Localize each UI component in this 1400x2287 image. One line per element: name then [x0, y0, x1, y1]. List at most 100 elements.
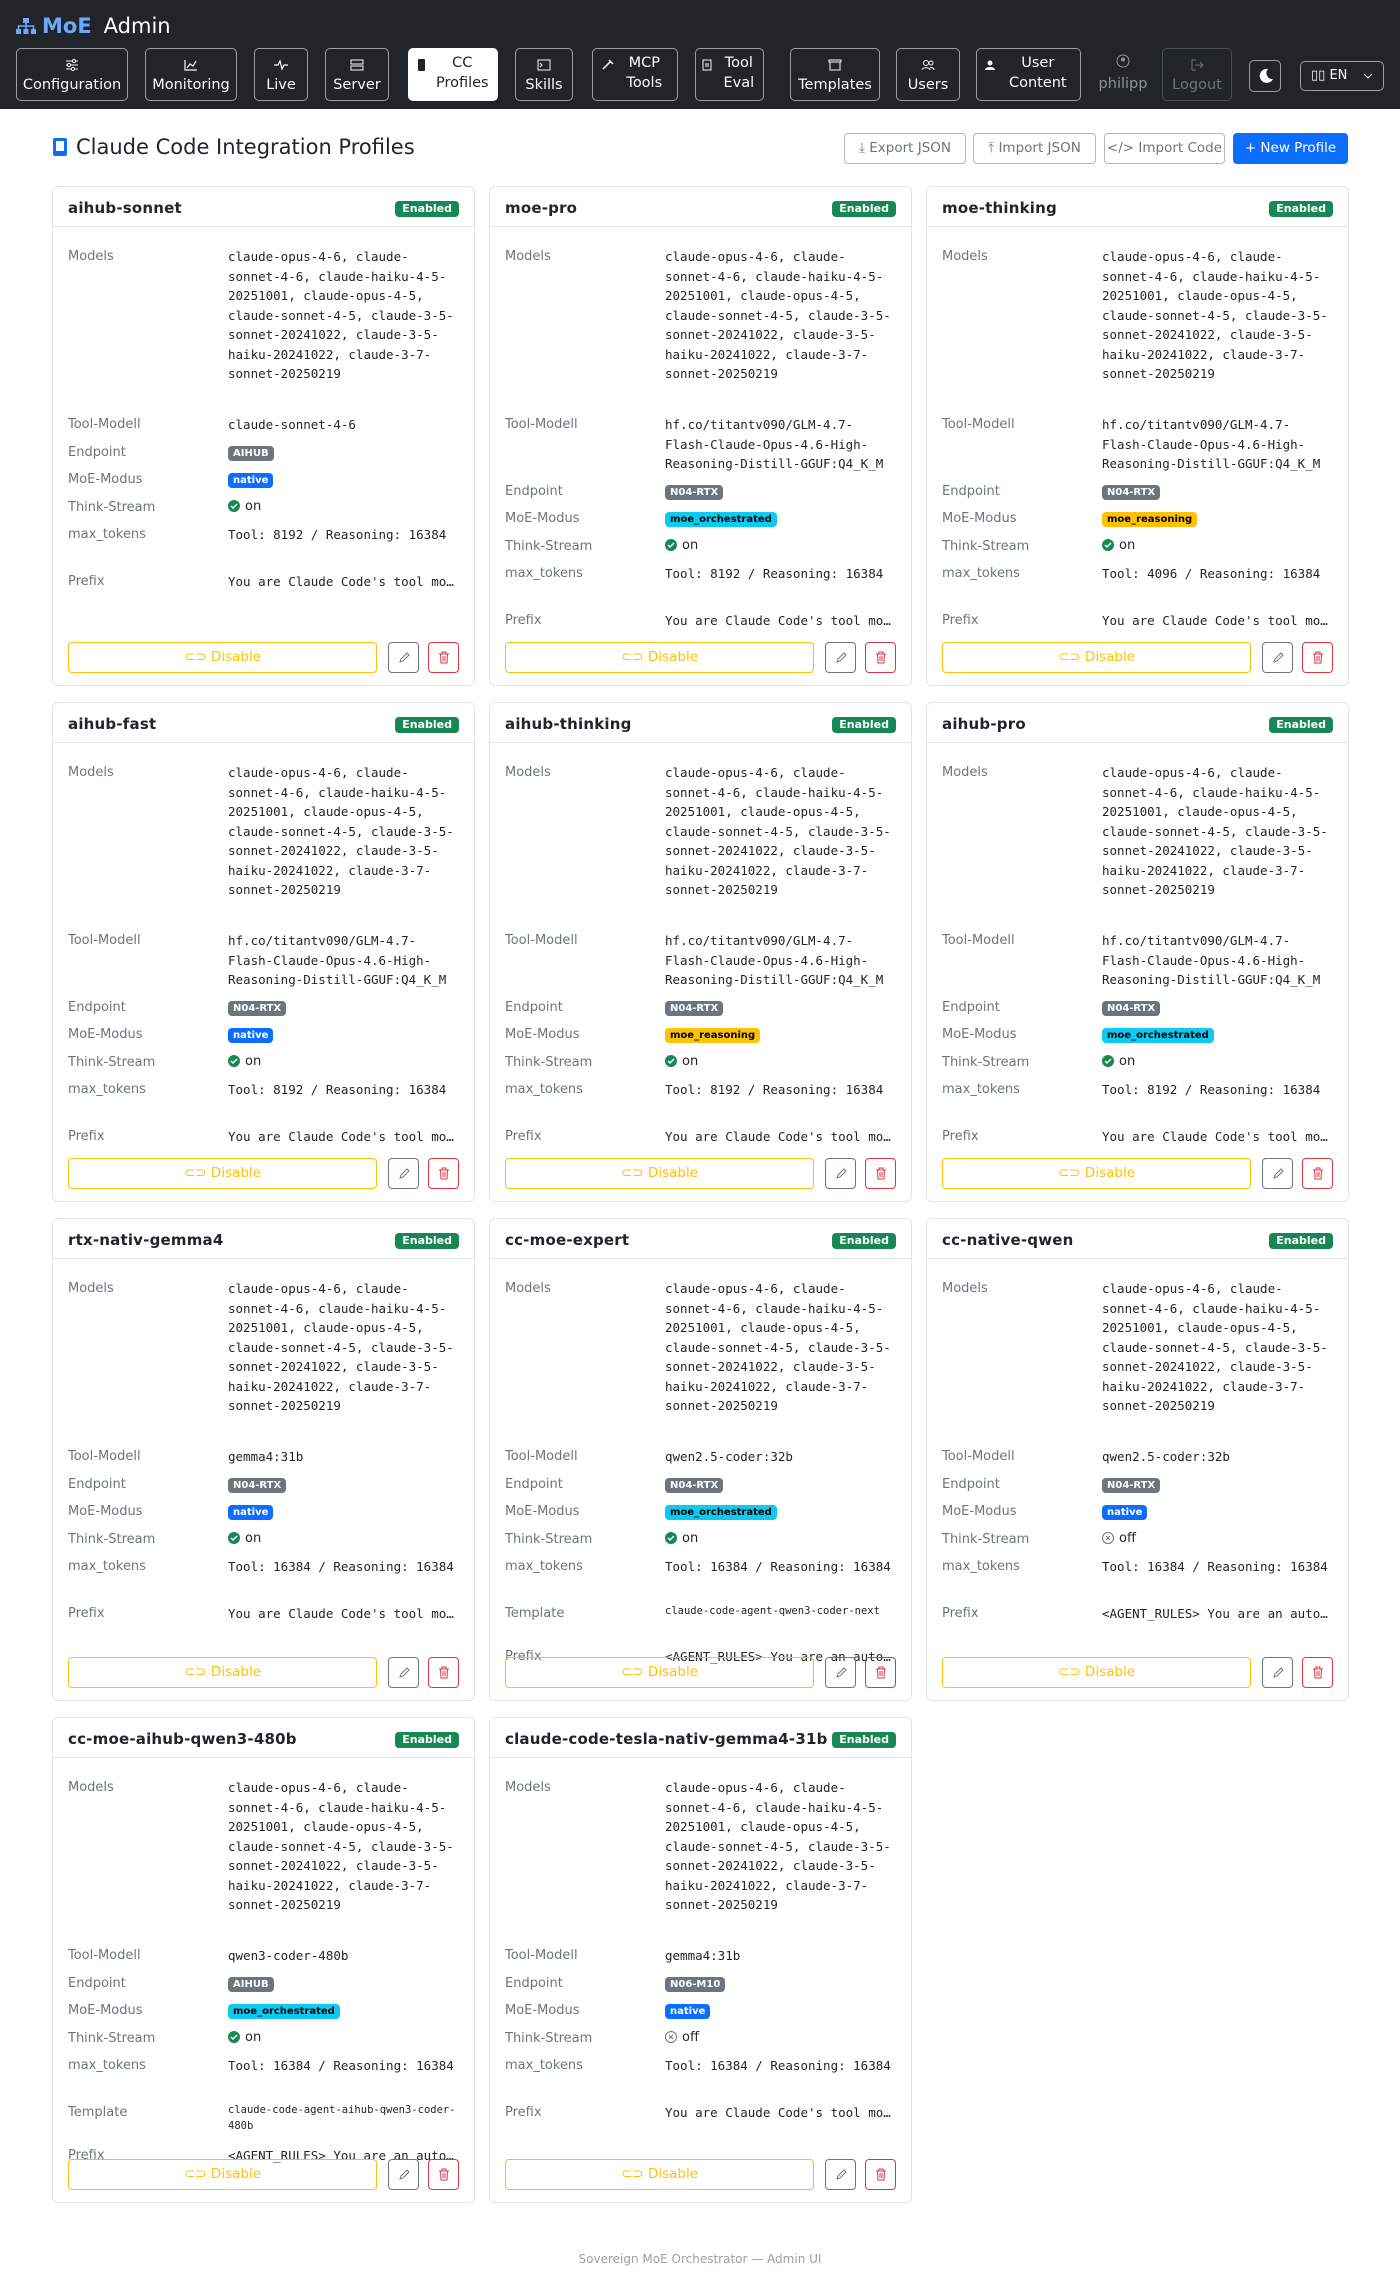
moe-mode-badge: moe_orchestrated [665, 512, 777, 527]
edit-button[interactable] [1262, 1657, 1293, 1688]
think-stream-label: Think-Stream [68, 1531, 156, 1547]
nav-templates[interactable]: Templates [790, 48, 880, 101]
max-tokens-label: max_tokens [68, 2058, 146, 2073]
phone-icon [52, 137, 68, 157]
delete-button[interactable] [865, 1657, 896, 1688]
disable-button[interactable]: ⊂⊃ Disable [505, 642, 814, 673]
max-tokens-value: Tool: 8192 / Reasoning: 16384 [228, 1082, 447, 1097]
nav-label: Monitoring [152, 77, 230, 93]
delete-button[interactable] [1302, 1657, 1333, 1688]
brand[interactable]: MoE Admin [16, 14, 171, 38]
models-value: claude-opus-4-6, claude-sonnet-4-6, clau… [1102, 249, 1328, 381]
tool-model-label: Tool-Modell [942, 417, 1015, 432]
think-stream-text: on [245, 2029, 262, 2045]
import-json-button[interactable]: ⤒ Import JSON [973, 133, 1096, 164]
think-stream-label: Think-Stream [942, 1054, 1030, 1070]
toggle-off-icon: ⊂⊃ [1058, 1664, 1081, 1680]
edit-button[interactable] [825, 2159, 856, 2190]
nav-server[interactable]: Server [325, 48, 389, 101]
nav-skills[interactable]: Skills [515, 48, 573, 101]
sitemap-icon [16, 18, 36, 34]
flag-icon: ▯▯ [1311, 68, 1326, 83]
new-profile-button[interactable]: + New Profile [1233, 133, 1348, 164]
profile-name: aihub-thinking [505, 715, 632, 733]
nav-live[interactable]: Live [254, 48, 308, 101]
nav-monitoring[interactable]: Monitoring [145, 48, 237, 101]
edit-button[interactable] [388, 1657, 419, 1688]
endpoint-badge: AIHUB [228, 1976, 274, 1992]
edit-button[interactable] [1262, 1158, 1293, 1189]
delete-button[interactable] [428, 642, 459, 673]
delete-button[interactable] [428, 1657, 459, 1688]
endpoint-badge: N04-RTX [1102, 484, 1161, 500]
tool-model-value: hf.co/titantv090/GLM-4.7-Flash-Claude-Op… [665, 933, 884, 987]
delete-button[interactable] [865, 1158, 896, 1189]
max-tokens-value: Tool: 8192 / Reasoning: 16384 [1102, 1082, 1321, 1097]
tool-model-value: qwen2.5-coder:32b [1102, 1449, 1230, 1464]
max-tokens-label: max_tokens [68, 1082, 146, 1097]
models-value: claude-opus-4-6, claude-sonnet-4-6, clau… [665, 1780, 891, 1912]
edit-button[interactable] [388, 642, 419, 673]
logout-label: Logout [1172, 77, 1222, 93]
moe-mode-badge: native [228, 1505, 274, 1520]
status-badge: Enabled [395, 717, 459, 733]
profile-name: cc-moe-aihub-qwen3-480b [68, 1730, 297, 1748]
moe-mode-badge: native [1102, 1505, 1148, 1520]
check-circle-icon [228, 2031, 240, 2043]
status-badge: Enabled [832, 717, 896, 733]
disable-button[interactable]: ⊂⊃ Disable [68, 1657, 377, 1688]
nav-user-content[interactable]: User Content [976, 48, 1081, 101]
moe-mode-label: MoE-Modus [942, 1027, 1017, 1042]
edit-button[interactable] [1262, 642, 1293, 673]
import-code-button[interactable]: </> Import Code [1104, 133, 1225, 164]
trash-icon [876, 1666, 886, 1679]
delete-button[interactable] [1302, 1158, 1333, 1189]
delete-button[interactable] [865, 642, 896, 673]
prefix-label: Prefix [505, 1129, 542, 1144]
disable-button[interactable]: ⊂⊃ Disable [942, 1158, 1251, 1189]
delete-button[interactable] [865, 2159, 896, 2190]
toggle-off-icon: ⊂⊃ [621, 649, 644, 665]
edit-button[interactable] [825, 1657, 856, 1688]
delete-button[interactable] [428, 1158, 459, 1189]
language-select[interactable]: ▯▯ EN [1300, 61, 1384, 91]
think-stream-label: Think-Stream [68, 2030, 156, 2046]
think-stream-text: on [245, 1053, 262, 1069]
disable-button[interactable]: ⊂⊃ Disable [942, 642, 1251, 673]
page-title-text: Claude Code Integration Profiles [76, 135, 415, 159]
nav-mcp-tools[interactable]: MCP Tools [592, 48, 678, 101]
toggle-off-icon: ⊂⊃ [184, 1664, 207, 1680]
delete-button[interactable] [1302, 642, 1333, 673]
edit-button[interactable] [388, 2159, 419, 2190]
tool-model-value: hf.co/titantv090/GLM-4.7-Flash-Claude-Op… [665, 417, 884, 471]
nav-configuration[interactable]: Configuration [16, 48, 128, 101]
nav-cc-profiles[interactable]: CC Profiles [408, 48, 498, 101]
nav-users[interactable]: Users [896, 48, 960, 101]
disable-button[interactable]: ⊂⊃ Disable [505, 2159, 814, 2190]
pencil-icon [399, 652, 410, 663]
edit-button[interactable] [388, 1158, 419, 1189]
max-tokens-value: Tool: 8192 / Reasoning: 16384 [228, 527, 447, 542]
models-value: claude-opus-4-6, claude-sonnet-4-6, clau… [665, 765, 891, 897]
edit-button[interactable] [825, 642, 856, 673]
disable-label: Disable [1084, 649, 1135, 665]
disable-button[interactable]: ⊂⊃ Disable [68, 1158, 377, 1189]
nav-tool-eval[interactable]: Tool Eval [695, 48, 764, 101]
edit-button[interactable] [825, 1158, 856, 1189]
prefix-value: You are Claude Code's tool model. Follow… [228, 574, 456, 589]
disable-button[interactable]: ⊂⊃ Disable [505, 1657, 814, 1688]
disable-button[interactable]: ⊂⊃ Disable [942, 1657, 1251, 1688]
theme-toggle-button[interactable] [1249, 60, 1281, 92]
check-circle-icon [228, 1055, 240, 1067]
toggle-off-icon: ⊂⊃ [1058, 649, 1081, 665]
endpoint-label: Endpoint [505, 999, 563, 1015]
disable-button[interactable]: ⊂⊃ Disable [68, 642, 377, 673]
disable-button[interactable]: ⊂⊃ Disable [505, 1158, 814, 1189]
profile-name: claude-code-tesla-nativ-gemma4-31b [505, 1730, 828, 1748]
disable-button[interactable]: ⊂⊃ Disable [68, 2159, 377, 2190]
logout-button[interactable]: Logout [1162, 48, 1232, 101]
delete-button[interactable] [428, 2159, 459, 2190]
disable-label: Disable [210, 1165, 261, 1181]
prefix-label: Prefix [942, 1606, 979, 1621]
export-json-button[interactable]: ⤓ Export JSON [844, 133, 966, 164]
